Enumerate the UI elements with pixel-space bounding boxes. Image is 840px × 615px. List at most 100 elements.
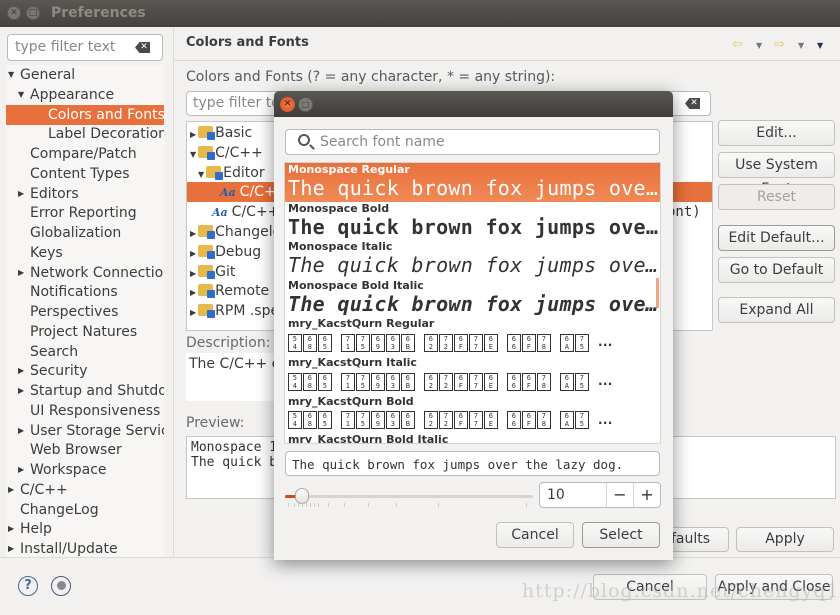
apply-button[interactable]: Apply [736,527,834,552]
view-menu-icon[interactable]: ▼ [817,41,823,50]
sidebar-item[interactable]: Label Decorations [6,124,164,144]
select-button[interactable]: Select [582,522,660,548]
edit-button[interactable]: Edit... [718,120,835,146]
use-system-font-button[interactable]: Use System Font [718,152,835,197]
dialog-close-button[interactable]: ✕ [280,97,295,112]
sidebar-item[interactable]: Perspectives [6,302,164,322]
import-export-icon[interactable] [51,576,71,596]
font-size-slider[interactable] [285,488,533,504]
sidebar-item-label: Label Decorations [48,126,164,143]
sidebar-item[interactable]: ▶ Security [6,361,164,381]
font-list-item[interactable]: mry_KacstQurn Bold Italic546865717569636… [285,433,660,443]
maximize-window-button[interactable]: □ [26,6,40,20]
slider-tick [310,503,311,507]
collapsed-triangle-icon[interactable]: ▶ [18,421,24,441]
collapsed-triangle-icon[interactable]: ▶ [18,184,24,204]
clear-filter-icon[interactable]: ✕ [135,42,150,53]
clear-filter-icon[interactable]: ✕ [685,98,700,109]
collapsed-triangle-icon[interactable]: ▶ [190,308,196,317]
expanded-triangle-icon[interactable]: ▼ [190,150,196,159]
sidebar-item[interactable]: ▶ User Storage Service [6,421,164,441]
collapsed-triangle-icon[interactable]: ▶ [190,229,196,238]
sidebar-item[interactable]: Globalization [6,223,164,243]
sidebar-item-label: Colors and Fonts [48,106,164,123]
dialog-cancel-button[interactable]: Cancel [496,522,574,548]
header-divider [173,60,840,61]
sidebar-item[interactable]: Colors and Fonts [6,104,164,125]
sidebar-item[interactable]: Keys [6,243,164,263]
colors-tree-item[interactable]: ▶ Debug [187,242,261,262]
sidebar-item[interactable]: Project Natures [6,322,164,342]
close-window-button[interactable]: ✕ [7,6,21,20]
sidebar-item[interactable]: Notifications [6,282,164,302]
sidebar-item[interactable]: ▼ Appearance [6,85,164,105]
sidebar-item[interactable]: ChangeLog [6,500,164,520]
cancel-button[interactable]: Cancel [593,574,707,600]
sidebar-item[interactable]: Content Types [6,164,164,184]
dialog-maximize-button[interactable]: □ [298,97,313,112]
slider-thumb[interactable] [295,488,310,504]
sidebar-item[interactable]: ▶ Workspace [6,460,164,480]
forward-arrow-icon[interactable]: ⇨ [774,37,785,52]
font-list-item[interactable]: mry_KacstQurn Italic 5 46 86 57 17 56 96 36 B6 27 2… [285,356,660,395]
missing-glyph-icon: 65 [318,372,332,391]
sidebar-item-label: Compare/Patch [30,146,137,162]
sidebar-item[interactable]: Search [6,342,164,362]
sidebar-item[interactable]: ▶ Startup and Shutdown [6,381,164,401]
font-list-item[interactable]: Monospace Bold Italic The quick brown fox… [285,279,660,318]
sidebar-item[interactable]: ▼ General [6,65,164,85]
edit-default-button[interactable]: Edit Default... [718,225,835,251]
go-to-default-button[interactable]: Go to Default [718,257,835,283]
missing-glyph-icon: 54 [288,372,302,391]
colors-tree-item[interactable]: Aa C/C++ ont) [187,202,701,222]
font-list-item[interactable]: Monospace Italic The quick brown fox jump… [285,240,660,279]
expanded-triangle-icon[interactable]: ▼ [18,85,24,105]
collapsed-triangle-icon[interactable]: ▶ [18,460,24,480]
forward-history-dropdown-icon[interactable]: ▼ [798,41,804,50]
sidebar-item[interactable]: Error Reporting [6,203,164,223]
sidebar-item[interactable]: Compare/Patch [6,144,164,164]
collapsed-triangle-icon[interactable]: ▶ [18,263,24,283]
font-size-value[interactable]: 10 [547,487,565,503]
collapsed-triangle-icon[interactable]: ▶ [8,539,14,557]
decrease-size-button[interactable]: − [606,483,633,507]
collapsed-triangle-icon[interactable]: ▶ [18,381,24,401]
font-size-spinbox[interactable]: 10 − + [539,482,661,508]
font-search-input[interactable]: Search font name [285,129,660,155]
reset-button[interactable]: Reset [718,184,835,210]
colors-tree-item[interactable]: ▼ Editor [187,163,265,183]
help-icon[interactable]: ? [18,576,38,596]
expanded-triangle-icon[interactable]: ▼ [198,170,204,179]
colors-tree-item[interactable]: ▶ Basic [187,123,252,143]
collapsed-triangle-icon[interactable]: ▶ [18,361,24,381]
sidebar-item[interactable]: ▶ Editors [6,184,164,204]
font-list-item[interactable]: mry_KacstQurn Regular 5 46 86 57 17 56 96 36 B6 27… [285,317,660,356]
collapsed-triangle-icon[interactable]: ▶ [190,130,196,139]
sidebar-item[interactable]: Web Browser [6,440,164,460]
font-list-item[interactable]: mry_KacstQurn Bold 5 46 86 57 17 56 96 36 B6 27 26 F… [285,395,660,434]
collapsed-triangle-icon[interactable]: ▶ [190,249,196,258]
sidebar-item-label: Globalization [30,225,122,241]
back-arrow-icon[interactable]: ⇦ [732,37,743,52]
sidebar-item[interactable]: ▶ Help [6,519,164,539]
sidebar-item[interactable]: UI Responsiveness Monitoring [6,401,164,421]
increase-size-button[interactable]: + [633,483,660,507]
sidebar-item[interactable]: ▶ C/C++ [6,480,164,500]
sidebar-item[interactable]: ▶ Network Connections [6,263,164,283]
apply-and-close-button[interactable]: Apply and Close [715,574,833,600]
sidebar-filter-input[interactable]: type filter text ✕ [7,34,163,61]
collapsed-triangle-icon[interactable]: ▶ [190,269,196,278]
sidebar-item[interactable]: ▶ Install/Update [6,539,164,557]
collapsed-triangle-icon[interactable]: ▶ [190,288,196,297]
collapsed-triangle-icon[interactable]: ▶ [8,480,14,500]
colors-tree-item[interactable]: ▶ RPM .spec [187,301,287,321]
font-list-item[interactable]: Monospace Regular The quick brown fox jum… [285,163,660,202]
colors-tree-item[interactable]: ▼ C/C++ [187,143,263,163]
expanded-triangle-icon[interactable]: ▼ [8,65,14,85]
font-list-item[interactable]: Monospace Bold The quick brown fox jumps … [285,202,660,241]
colors-tree-item[interactable]: ▶ Git [187,262,235,282]
collapsed-triangle-icon[interactable]: ▶ [8,519,14,539]
expand-all-button[interactable]: Expand All [718,297,835,323]
back-history-dropdown-icon[interactable]: ▼ [756,41,762,50]
font-preview-input[interactable]: The quick brown fox jumps over the lazy … [285,451,660,476]
